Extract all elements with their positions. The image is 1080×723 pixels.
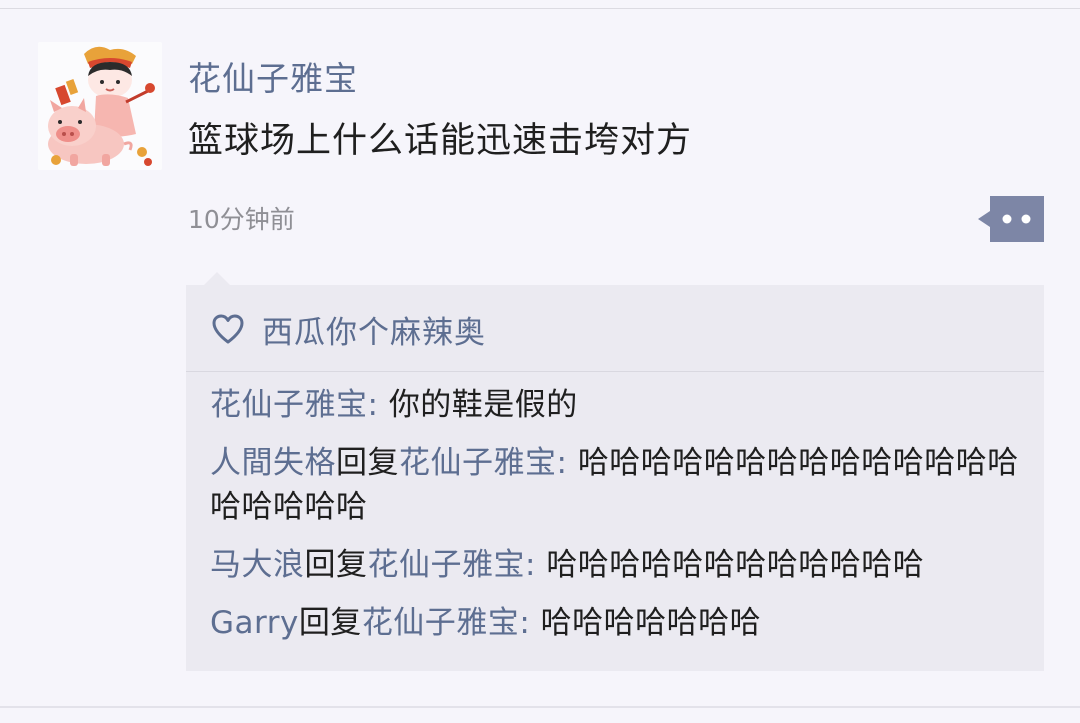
top-divider <box>0 8 1080 9</box>
liker-names[interactable]: 西瓜你个麻辣奥 <box>262 307 486 352</box>
comment-separator: : <box>525 547 547 583</box>
post-text: 篮球场上什么话能迅速击垮对方 <box>188 121 693 161</box>
post-author-name[interactable]: 花仙子雅宝 <box>188 52 358 100</box>
comment-separator: : <box>556 445 578 481</box>
comment-text: 你的鞋是假的 <box>388 387 578 423</box>
more-dots-icon <box>978 196 1044 242</box>
comment-item[interactable]: 人間失格回复花仙子雅宝: 哈哈哈哈哈哈哈哈哈哈哈哈哈哈哈哈哈哈哈 <box>210 441 1022 529</box>
comment-item[interactable]: Garry回复花仙子雅宝: 哈哈哈哈哈哈哈 <box>210 601 1022 645</box>
comment-item[interactable]: 花仙子雅宝: 你的鞋是假的 <box>210 383 1022 427</box>
post-timestamp: 10分钟前 <box>188 205 295 234</box>
comment-author[interactable]: Garry <box>210 605 299 641</box>
likes-row: 西瓜你个麻辣奥 <box>212 307 486 351</box>
reply-label: 回复 <box>298 605 362 641</box>
more-dots-button[interactable] <box>978 196 1044 242</box>
reply-label: 回复 <box>336 445 399 481</box>
reply-target[interactable]: 花仙子雅宝 <box>399 445 557 481</box>
reply-target[interactable]: 花仙子雅宝 <box>368 547 526 583</box>
comment-author[interactable]: 人間失格 <box>210 445 336 481</box>
comments-panel: 西瓜你个麻辣奥 花仙子雅宝: 你的鞋是假的 人間失格回复花仙子雅宝: 哈哈哈哈哈… <box>186 285 1044 671</box>
heart-outline-icon <box>212 314 244 344</box>
comment-author[interactable]: 马大浪 <box>210 547 305 583</box>
comment-text: 哈哈哈哈哈哈哈 <box>540 605 762 641</box>
pig-cartoon-avatar-icon <box>38 42 162 170</box>
comment-separator: : <box>367 387 389 423</box>
author-avatar[interactable] <box>38 42 162 170</box>
comment-text: 哈哈哈哈哈哈哈哈哈哈哈哈 <box>546 547 925 583</box>
comment-author[interactable]: 花仙子雅宝 <box>210 387 368 423</box>
comment-box-caret <box>204 272 230 285</box>
reply-label: 回复 <box>304 547 368 583</box>
comment-item[interactable]: 马大浪回复花仙子雅宝: 哈哈哈哈哈哈哈哈哈哈哈哈 <box>210 543 1022 587</box>
comment-separator: : <box>519 605 541 641</box>
bottom-divider <box>0 706 1080 708</box>
likes-divider <box>186 371 1044 372</box>
reply-target[interactable]: 花仙子雅宝 <box>362 605 520 641</box>
